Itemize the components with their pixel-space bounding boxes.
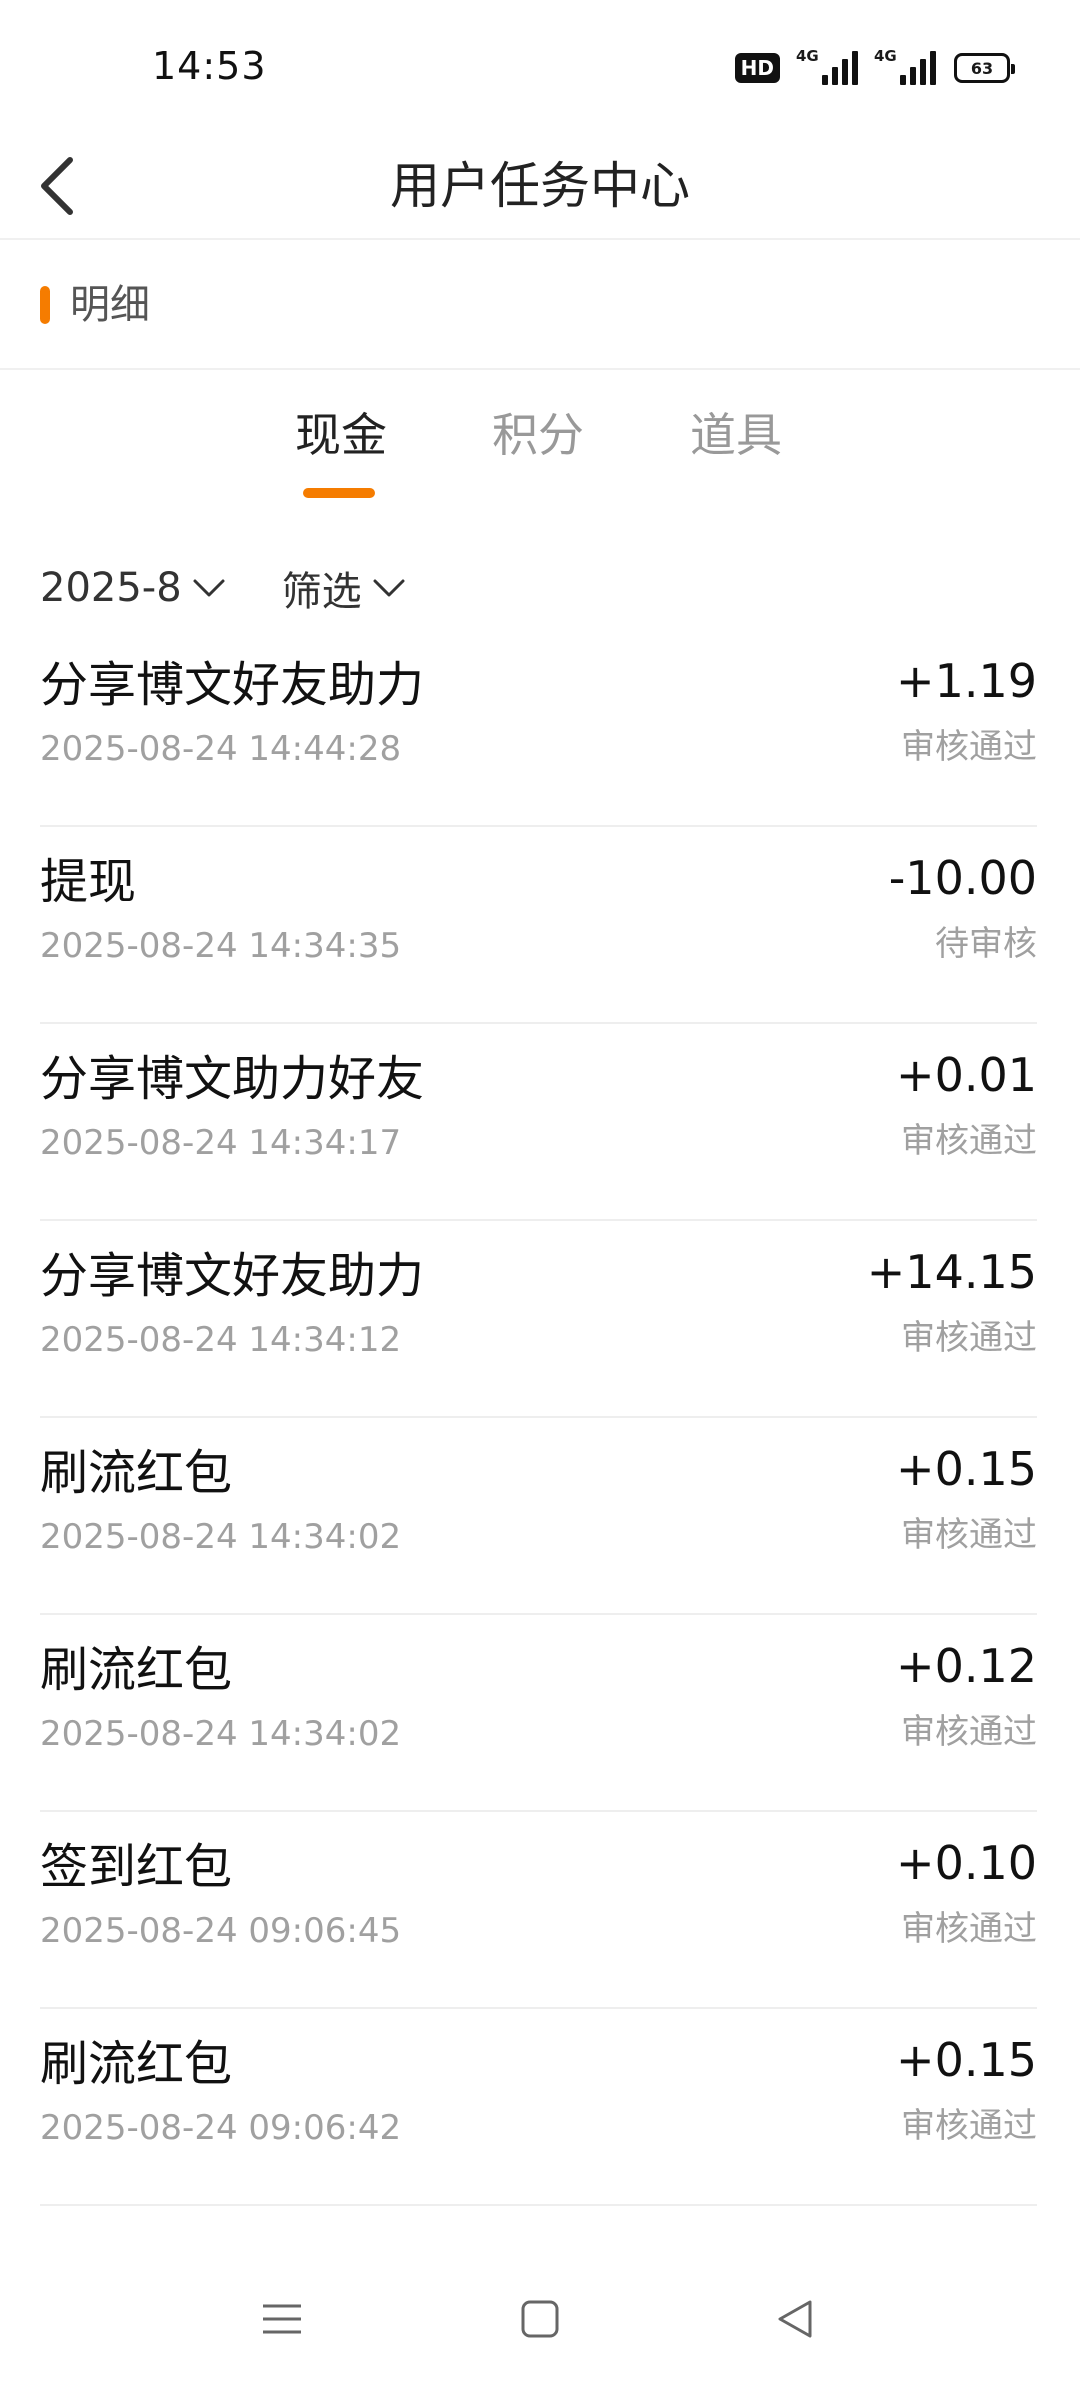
record-amount: +0.12 xyxy=(896,1639,1037,1693)
network-type-label: 4G xyxy=(796,47,819,65)
filter-dropdown[interactable]: 筛选 xyxy=(282,559,406,617)
record-status: 审核通过 xyxy=(901,1515,1037,1555)
record-time: 2025-08-24 14:34:02 xyxy=(40,1714,402,1754)
record-title: 刷流红包 xyxy=(40,2036,233,2092)
chevron-down-icon xyxy=(373,579,405,597)
record-title: 分享博文好友助力 xyxy=(40,657,425,713)
record-amount: +0.01 xyxy=(896,1048,1037,1102)
record-time: 2025-08-24 14:34:17 xyxy=(40,1123,402,1163)
detail-section-header: 明细 xyxy=(0,242,1080,370)
list-item[interactable]: 分享博文好友助力 2025-08-24 14:34:12 +14.15 审核通过 xyxy=(40,1221,1037,1418)
record-status: 审核通过 xyxy=(901,2106,1037,2146)
filter-label: 筛选 xyxy=(281,569,362,615)
network-type-label-2: 4G xyxy=(874,47,897,65)
list-item[interactable]: 提现 2025-08-24 14:34:35 -10.00 待审核 xyxy=(40,827,1037,1024)
record-amount: +14.15 xyxy=(866,1245,1037,1299)
list-item[interactable]: 签到红包 2025-08-24 09:06:45 +0.10 审核通过 xyxy=(40,1812,1037,2009)
list-item[interactable]: 刷流红包 2025-08-24 14:34:02 +0.15 审核通过 xyxy=(40,1418,1037,1615)
record-status: 审核通过 xyxy=(901,1121,1037,1161)
list-item[interactable]: 分享博文助力好友 2025-08-24 14:34:17 +0.01 审核通过 xyxy=(40,1024,1037,1221)
record-status: 审核通过 xyxy=(901,1909,1037,1949)
record-time: 2025-08-24 14:34:02 xyxy=(40,1517,402,1557)
back-triangle-icon[interactable] xyxy=(770,2294,820,2344)
record-status: 审核通过 xyxy=(901,1318,1037,1358)
record-amount: +0.10 xyxy=(896,1836,1037,1890)
hd-badge: HD xyxy=(734,53,780,83)
record-title: 分享博文好友助力 xyxy=(40,1248,425,1304)
signal-icon: 4G xyxy=(796,47,858,85)
header: 用户任务中心 xyxy=(0,130,1080,240)
tab-bar: 现金 积分 道具 xyxy=(0,370,1080,510)
tab-cash[interactable]: 现金 xyxy=(295,402,387,468)
status-icons: HD 4G 4G 63 xyxy=(734,47,1015,88)
record-amount: +1.19 xyxy=(896,654,1037,708)
list-item[interactable]: 刷流红包 2025-08-24 09:06:42 +0.15 审核通过 xyxy=(40,2009,1037,2206)
record-time: 2025-08-24 09:06:42 xyxy=(40,2108,402,2148)
chevron-down-icon xyxy=(193,579,225,597)
record-title: 刷流红包 xyxy=(40,1642,233,1698)
battery-icon: 63 xyxy=(954,53,1015,83)
record-title: 分享博文助力好友 xyxy=(40,1051,425,1107)
menu-icon[interactable] xyxy=(257,2294,307,2344)
record-time: 2025-08-24 14:34:12 xyxy=(40,1320,402,1360)
record-title: 签到红包 xyxy=(40,1839,233,1895)
filter-bar: 2025-8 筛选 xyxy=(40,548,406,628)
section-label: 明细 xyxy=(70,282,150,328)
month-selector[interactable]: 2025-8 xyxy=(40,565,226,611)
record-status: 待审核 xyxy=(935,924,1037,964)
record-time: 2025-08-24 14:34:35 xyxy=(40,926,402,966)
status-bar: 14:53 HD 4G 4G 63 xyxy=(0,0,1080,130)
record-time: 2025-08-24 09:06:45 xyxy=(40,1911,402,1951)
record-amount: -10.00 xyxy=(888,851,1037,905)
record-status: 审核通过 xyxy=(901,727,1037,767)
tab-props[interactable]: 道具 xyxy=(690,402,782,468)
list-item[interactable]: 分享博文好友助力 2025-08-24 14:44:28 +1.19 审核通过 xyxy=(40,630,1037,827)
status-time: 14:53 xyxy=(152,44,267,88)
record-status: 审核通过 xyxy=(901,1712,1037,1752)
signal-icon-2: 4G xyxy=(874,47,936,85)
record-amount: +0.15 xyxy=(896,1442,1037,1496)
record-amount: +0.15 xyxy=(896,2033,1037,2087)
section-accent-bar xyxy=(40,286,50,324)
system-nav-bar xyxy=(0,2250,1080,2400)
record-time: 2025-08-24 14:44:28 xyxy=(40,729,402,769)
list-item[interactable]: 刷流红包 2025-08-24 14:34:02 +0.12 审核通过 xyxy=(40,1615,1037,1812)
active-tab-indicator xyxy=(303,488,375,498)
home-square-icon[interactable] xyxy=(515,2294,565,2344)
record-title: 刷流红包 xyxy=(40,1445,233,1501)
record-title: 提现 xyxy=(40,854,137,910)
month-label: 2025-8 xyxy=(40,565,182,611)
record-list: 分享博文好友助力 2025-08-24 14:44:28 +1.19 审核通过 … xyxy=(40,630,1037,2206)
tab-points[interactable]: 积分 xyxy=(492,402,584,468)
page: 14:53 HD 4G 4G 63 用户任务中心 明细 现金 积分 道具 202… xyxy=(0,0,1080,2400)
page-title: 用户任务中心 xyxy=(390,157,690,215)
